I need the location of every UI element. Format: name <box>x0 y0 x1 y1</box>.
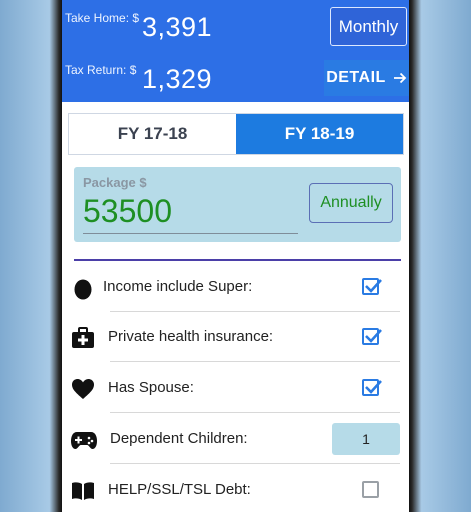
tab-fy-17-18[interactable]: FY 17-18 <box>69 114 236 154</box>
annually-button[interactable]: Annually <box>309 183 393 223</box>
option-row-help-debt: HELP/SSL/TSL Debt: <box>70 465 400 512</box>
option-label-children: Dependent Children: <box>110 430 248 447</box>
has-spouse-checkbox[interactable] <box>362 379 382 396</box>
checkmark-icon <box>365 380 382 394</box>
income-super-checkbox[interactable] <box>362 278 382 295</box>
package-panel: Package $ 53500 Annually <box>74 167 401 242</box>
take-home-label: Take Home: $ <box>65 11 140 25</box>
detail-button-label: DETAIL <box>326 69 386 86</box>
row-divider <box>110 361 400 362</box>
row-divider <box>110 463 400 464</box>
detail-button[interactable]: DETAIL <box>324 60 409 96</box>
option-row-super: Income include Super: <box>70 262 400 312</box>
dependent-children-input[interactable]: 1 <box>332 423 400 455</box>
summary-header: Take Home: $ 3,391 Tax Return: $ 1,329 M… <box>62 0 409 102</box>
arrow-right-icon <box>393 72 407 84</box>
row-divider <box>110 412 400 413</box>
gamepad-icon <box>70 427 98 453</box>
monthly-button[interactable]: Monthly <box>330 7 407 46</box>
option-label-help-debt: HELP/SSL/TSL Debt: <box>108 481 251 498</box>
heart-icon <box>70 376 96 402</box>
option-label-super: Income include Super: <box>103 278 253 295</box>
tax-return-value: 1,329 <box>142 64 213 94</box>
health-insurance-checkbox[interactable] <box>362 328 382 345</box>
option-label-health: Private health insurance: <box>108 328 274 345</box>
device-bezel-right <box>409 0 471 512</box>
first-aid-kit-icon <box>70 325 96 351</box>
checkmark-icon <box>365 279 382 293</box>
fiscal-year-tabs: FY 17-18 FY 18-19 <box>68 113 404 155</box>
package-input[interactable]: 53500 <box>83 193 172 230</box>
help-debt-checkbox[interactable] <box>362 481 379 498</box>
option-label-spouse: Has Spouse: <box>108 379 194 396</box>
package-label: Package $ <box>83 175 147 190</box>
option-row-spouse: Has Spouse: <box>70 363 400 413</box>
tax-return-label: Tax Return: $ <box>65 63 137 77</box>
option-row-health: Private health insurance: <box>70 312 400 362</box>
option-row-children: Dependent Children: 1 <box>70 414 400 464</box>
egg-icon <box>70 275 96 301</box>
section-divider <box>74 259 401 261</box>
checkmark-icon <box>365 329 382 343</box>
app-screen: Take Home: $ 3,391 Tax Return: $ 1,329 M… <box>62 0 409 512</box>
tab-fy-18-19[interactable]: FY 18-19 <box>236 114 403 154</box>
package-input-underline <box>83 233 298 234</box>
book-icon <box>70 478 96 504</box>
device-bezel-left <box>0 0 62 512</box>
take-home-value: 3,391 <box>142 12 213 42</box>
